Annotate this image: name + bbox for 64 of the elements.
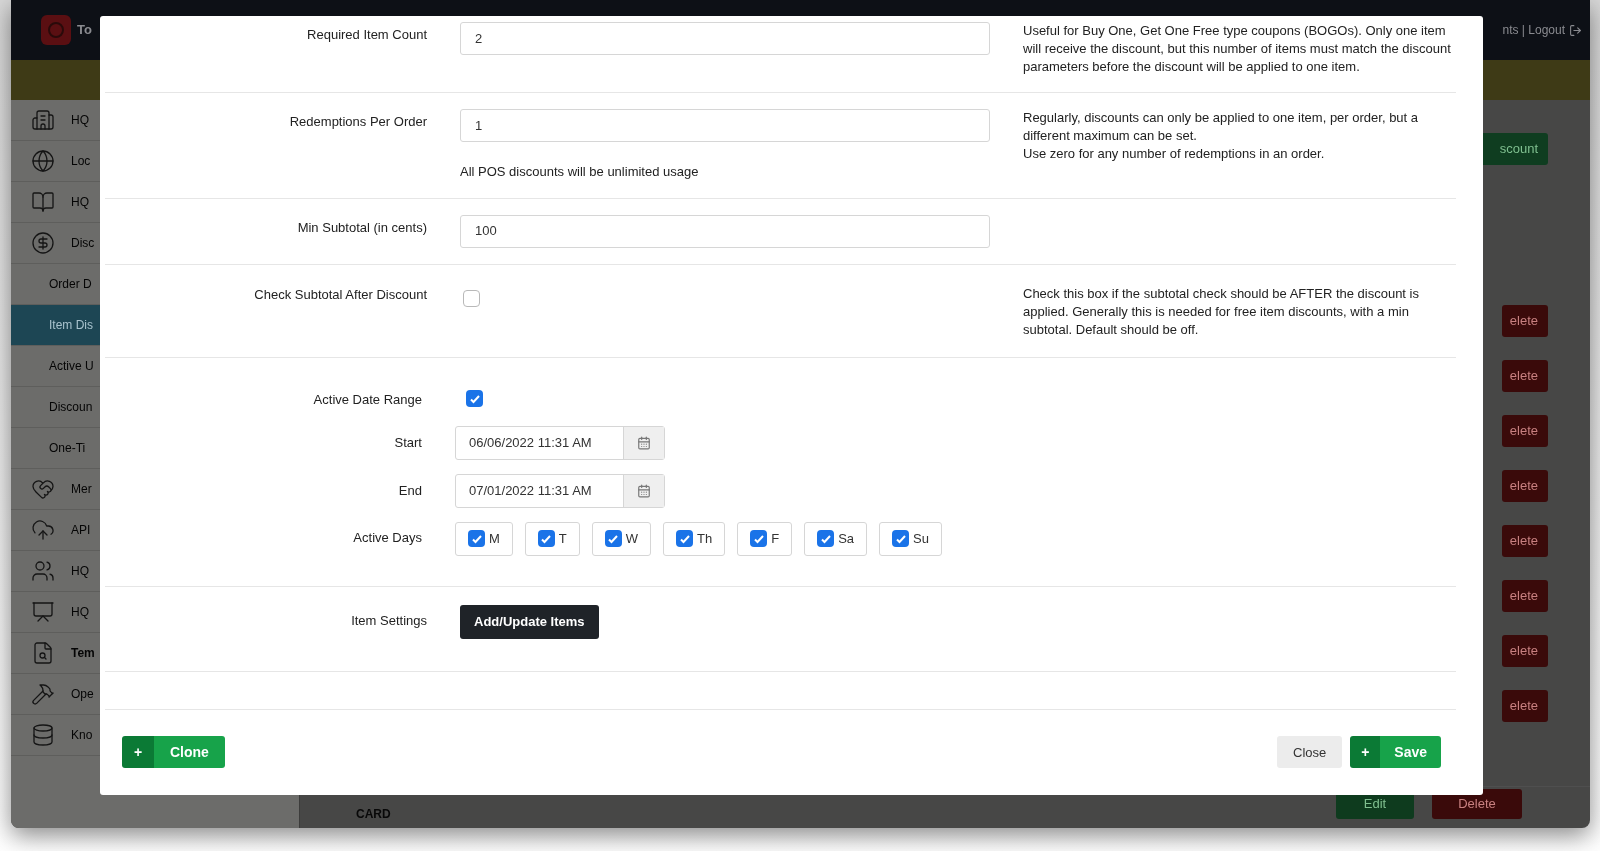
checkbox[interactable] bbox=[463, 289, 480, 307]
field-label: Required Item Count bbox=[307, 27, 427, 42]
delete-button[interactable]: elete bbox=[1502, 415, 1548, 447]
delete-button[interactable]: elete bbox=[1502, 360, 1548, 392]
nav-icon bbox=[31, 108, 55, 132]
nav-icon bbox=[31, 231, 55, 255]
checkbox[interactable] bbox=[676, 530, 694, 547]
delete-button[interactable]: elete bbox=[1502, 580, 1548, 612]
calendar-icon bbox=[637, 483, 651, 498]
checkbox[interactable] bbox=[892, 530, 910, 547]
day-toggle[interactable]: Sa bbox=[804, 521, 868, 556]
help-text: Regularly, discounts can only be applied to one item, per order, but a different maximum can be set. bbox=[1023, 109, 1420, 145]
day-toggle[interactable]: Su bbox=[879, 521, 942, 556]
calendar-icon bbox=[637, 435, 651, 450]
day-toggle[interactable]: Th bbox=[663, 521, 726, 556]
nav-icon bbox=[31, 149, 55, 173]
delete-button[interactable]: elete bbox=[1502, 305, 1548, 337]
brand-name: To bbox=[77, 21, 92, 40]
row-name: CARD bbox=[356, 806, 392, 823]
checkbox[interactable] bbox=[817, 530, 835, 547]
day-toggle[interactable]: F bbox=[737, 521, 793, 556]
logo-icon bbox=[41, 15, 71, 45]
end-date-field[interactable]: 07/01/2022 11:31 AM bbox=[455, 473, 665, 508]
field-label: Active Days bbox=[353, 529, 422, 545]
nav-icon bbox=[31, 190, 55, 214]
delete-button[interactable]: elete bbox=[1502, 635, 1548, 667]
delete-button[interactable]: elete bbox=[1502, 690, 1548, 722]
delete-button[interactable]: elete bbox=[1502, 525, 1548, 557]
checkbox[interactable] bbox=[750, 530, 768, 547]
nav-icon bbox=[31, 600, 55, 624]
checkbox[interactable] bbox=[537, 530, 555, 547]
start-date-field[interactable]: 06/06/2022 11:31 AM bbox=[455, 425, 665, 460]
field-label: End bbox=[398, 482, 422, 498]
delete-button[interactable]: elete bbox=[1502, 470, 1548, 502]
help-text: Use zero for any number of redemptions in an order. bbox=[1023, 145, 1326, 163]
field-label: Active Date Range bbox=[313, 391, 422, 407]
number-input[interactable]: 100 bbox=[460, 214, 990, 248]
number-input[interactable]: 2 bbox=[460, 22, 990, 55]
close-button[interactable]: Close bbox=[1277, 736, 1343, 769]
usage-note: All POS discounts will be unlimited usage bbox=[460, 163, 700, 181]
nav-icon bbox=[31, 559, 55, 583]
nav-icon bbox=[31, 518, 55, 542]
day-toggle[interactable]: M bbox=[455, 521, 513, 556]
nav-icon bbox=[31, 641, 55, 665]
help-text: Useful for Buy One, Get One Free type coupons (BOGOs). Only one item will receive the discount, but this number of items must match the discount parameters before the discount will be applied to one item. bbox=[1023, 22, 1452, 76]
nav-icon bbox=[31, 477, 55, 501]
help-text: Check this box if the subtotal check should be AFTER the discount is applied. Generally this is needed for free item discounts, with a min subtotal. Default should be off. bbox=[1023, 284, 1420, 339]
field-label: Min Subtotal (in cents) bbox=[297, 219, 427, 235]
day-toggle[interactable]: W bbox=[591, 521, 652, 556]
field-label: Redemptions Per Order bbox=[289, 114, 427, 129]
add-discount-button[interactable]: scount bbox=[1480, 133, 1548, 165]
nav-icon bbox=[31, 723, 55, 747]
checkbox[interactable] bbox=[468, 530, 485, 547]
header-links[interactable]: nts | Logout bbox=[1502, 21, 1565, 39]
number-input[interactable]: 1 bbox=[460, 109, 990, 142]
nav-icon bbox=[31, 682, 55, 706]
field-label: Check Subtotal After Discount bbox=[254, 286, 427, 302]
checkbox[interactable] bbox=[604, 530, 622, 547]
field-label: Item Settings bbox=[351, 612, 427, 628]
add-update-items-button[interactable]: Add/Update Items bbox=[460, 604, 599, 639]
logout-icon bbox=[1569, 23, 1582, 37]
day-toggle[interactable]: T bbox=[524, 521, 580, 556]
checkbox[interactable] bbox=[466, 390, 483, 407]
field-label: Start bbox=[394, 434, 422, 450]
